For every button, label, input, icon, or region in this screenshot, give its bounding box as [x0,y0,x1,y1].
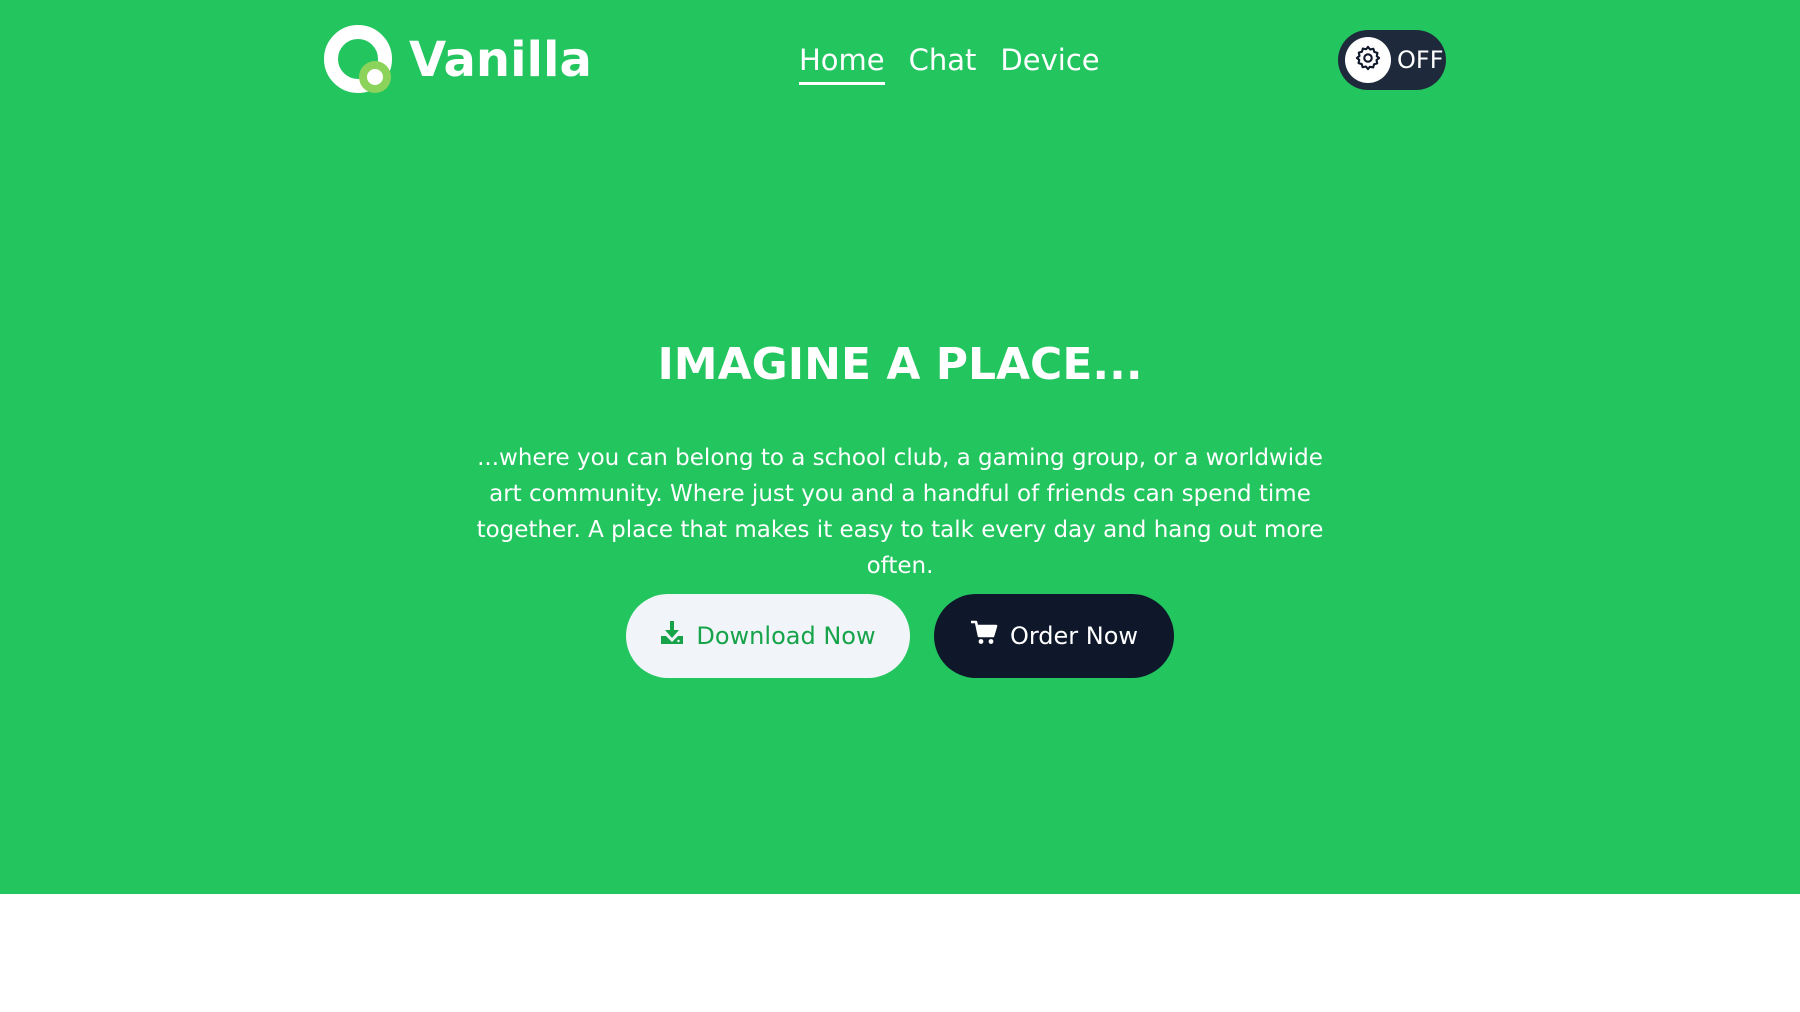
brand-logo[interactable]: Vanilla [323,25,592,95]
cart-icon [970,620,1010,652]
settings-toggle[interactable]: OFF [1338,30,1446,90]
download-icon [660,620,696,652]
download-now-label: Download Now [696,622,876,650]
gear-icon [1354,44,1382,76]
hero-title: IMAGINE A PLACE... [657,339,1143,390]
brand-name: Vanilla [409,32,592,88]
ring-logo-icon [323,24,395,96]
hero-section: Vanilla Home Chat Device OFF IMAGINE A P… [0,0,1800,894]
download-now-button[interactable]: Download Now [626,594,910,678]
toggle-knob [1345,37,1391,83]
order-now-label: Order Now [1009,622,1139,650]
hero-description: ...where you can belong to a school club… [476,445,1324,579]
nav-item-home[interactable]: Home [799,40,885,85]
nav-item-chat[interactable]: Chat [909,40,977,85]
nav-item-device[interactable]: Device [1000,40,1099,85]
toggle-label: OFF [1397,46,1444,74]
order-now-button[interactable]: Order Now [934,594,1174,678]
main-nav: Home Chat Device [799,40,1100,85]
